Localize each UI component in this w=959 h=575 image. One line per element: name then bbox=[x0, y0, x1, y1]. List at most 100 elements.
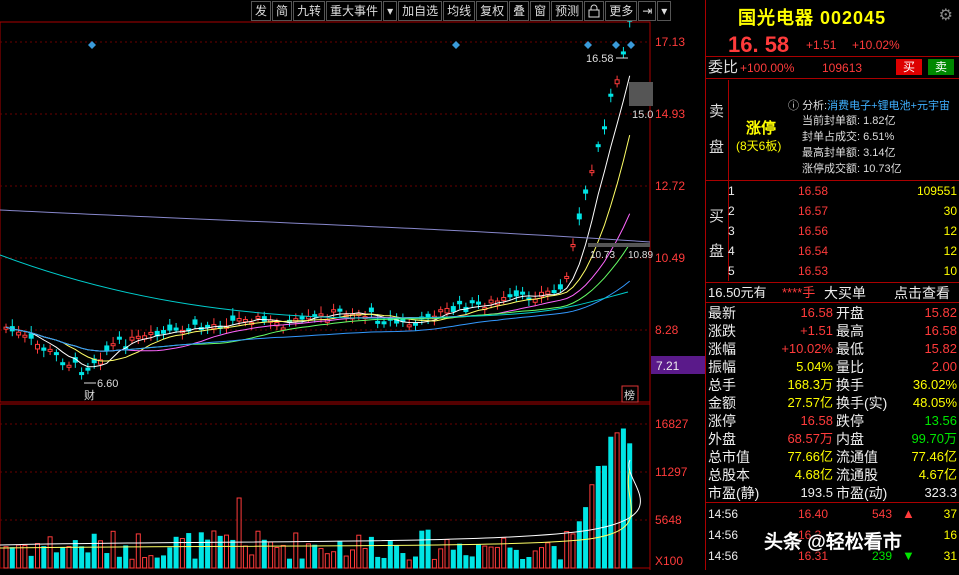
volume-bar bbox=[551, 546, 557, 569]
volume-bar bbox=[368, 536, 374, 569]
stats-row: 外盘 68.57万 内盘 99.70万 bbox=[706, 430, 959, 448]
sell-button[interactable]: 卖 bbox=[928, 59, 954, 75]
jiuzhuan-button[interactable]: 九转 bbox=[293, 1, 326, 21]
candle bbox=[66, 364, 72, 368]
events-dropdown-icon[interactable]: ▾ bbox=[383, 1, 398, 21]
overlay-button[interactable]: 叠 bbox=[509, 1, 530, 21]
volume-bar bbox=[3, 546, 9, 569]
ma-line bbox=[5, 280, 631, 352]
volume-bar bbox=[457, 543, 463, 569]
event-diamond[interactable] bbox=[627, 41, 635, 49]
analysis-line[interactable]: ⓘ 分析:消费电子+锂电池+元宇宙 bbox=[788, 97, 959, 113]
volume-bar bbox=[255, 530, 261, 569]
stat-value: 68.57万 bbox=[787, 431, 833, 446]
event-diamond[interactable] bbox=[612, 41, 620, 49]
level-price: 16.57 bbox=[798, 204, 829, 218]
event-diamond[interactable] bbox=[452, 41, 460, 49]
big-buy-label: 大买单 bbox=[824, 285, 866, 301]
candle bbox=[602, 126, 607, 130]
stat-value: +1.51 bbox=[800, 323, 833, 338]
volume-bar bbox=[287, 558, 292, 569]
stat-value: 15.82 bbox=[924, 341, 957, 356]
volume-bar bbox=[211, 530, 217, 569]
volume-bar bbox=[507, 547, 513, 569]
stat-label: 总股本 bbox=[708, 467, 750, 483]
level-number: 1 bbox=[728, 184, 735, 198]
candle bbox=[438, 309, 444, 313]
orderbook-row[interactable]: 5 16.53 10 bbox=[706, 262, 959, 281]
level-price: 16.56 bbox=[798, 224, 829, 238]
fa-button[interactable]: 发 bbox=[251, 1, 272, 21]
stats-row: 市盈(静) 193.5 市盈(动) 323.3 bbox=[706, 484, 959, 502]
volume-bar bbox=[400, 553, 406, 569]
window-button[interactable]: 窗 bbox=[530, 1, 551, 21]
candle bbox=[230, 315, 236, 321]
volume-bar bbox=[620, 428, 626, 569]
candle bbox=[337, 308, 343, 312]
buy-button[interactable]: 买 bbox=[896, 59, 922, 75]
cai-marker[interactable]: 财 bbox=[84, 388, 95, 402]
stats-row: 涨停 16.58 跌停 13.56 bbox=[706, 412, 959, 430]
stats-row: 涨跌 +1.51 最高 16.58 bbox=[706, 322, 959, 340]
big-order-row[interactable]: 16.50元有 ****手 大买单 点击查看 bbox=[706, 284, 959, 302]
volume-tick: 5648 bbox=[655, 513, 682, 527]
candle bbox=[589, 170, 595, 174]
gear-icon[interactable]: ⚙ bbox=[939, 5, 953, 25]
volume-bar bbox=[173, 536, 179, 569]
ma-line bbox=[5, 134, 631, 362]
kline-chart-area[interactable]: 16.58 15.0 6.60 10.73 10.89 财 榜 17.13 14… bbox=[0, 0, 705, 570]
watermark: 头条 @轻松看市 bbox=[764, 532, 902, 553]
price-change: +1.51 bbox=[806, 38, 837, 52]
volume-axis: 16827 11297 5648 bbox=[655, 417, 689, 527]
orderbook-row[interactable]: 2 16.57 30 bbox=[706, 202, 959, 221]
down-arrow-icon: ▼ bbox=[902, 548, 915, 563]
major-events-button[interactable]: 重大事件 bbox=[326, 1, 383, 21]
volume-bar bbox=[161, 555, 166, 569]
peak-box bbox=[629, 82, 653, 106]
stat-label: 换手 bbox=[836, 377, 864, 393]
orderbook-row[interactable]: 1 16.58 109551 bbox=[706, 182, 959, 201]
volume-bar bbox=[331, 551, 337, 569]
menu-dropdown-icon[interactable]: ▾ bbox=[657, 1, 672, 21]
more-button[interactable]: 更多 bbox=[605, 1, 638, 21]
bang-marker[interactable]: 榜 bbox=[624, 388, 635, 402]
ma-highlight bbox=[588, 243, 650, 247]
candle bbox=[444, 307, 450, 314]
jian-button[interactable]: 简 bbox=[272, 1, 293, 21]
volume-bar bbox=[22, 544, 28, 569]
ma-label: 10.73 bbox=[590, 250, 615, 261]
current-price-tag: 7.21 bbox=[656, 359, 680, 373]
volume-bar bbox=[110, 530, 116, 569]
stat-value: 5.04% bbox=[796, 359, 833, 374]
view-link[interactable]: 点击查看 bbox=[894, 284, 950, 302]
volume-bar bbox=[356, 534, 362, 569]
volume-bar bbox=[539, 547, 544, 569]
adjust-button[interactable]: 复权 bbox=[476, 1, 509, 21]
stat-label: 最低 bbox=[836, 341, 864, 357]
orderbook-row[interactable]: 4 16.54 12 bbox=[706, 242, 959, 261]
candle bbox=[173, 327, 179, 331]
candle bbox=[28, 333, 34, 339]
volume-bar bbox=[381, 557, 387, 569]
stat-label: 跌停 bbox=[836, 413, 864, 429]
analysis-concepts[interactable]: 消费电子+锂电池+元宇宙 bbox=[827, 100, 950, 112]
orderbook-row[interactable]: 3 16.56 12 bbox=[706, 222, 959, 241]
analysis-label: 分析: bbox=[802, 100, 828, 112]
candle bbox=[167, 324, 173, 331]
volume-bar bbox=[501, 537, 507, 569]
ma-button[interactable]: 均线 bbox=[443, 1, 476, 21]
lock-icon[interactable] bbox=[584, 1, 605, 21]
event-diamond[interactable] bbox=[88, 41, 96, 49]
collapse-icon[interactable]: ⇥ bbox=[638, 1, 657, 21]
volume-bar bbox=[53, 552, 59, 569]
stats-row: 最新 16.58 开盘 15.82 bbox=[706, 304, 959, 322]
forecast-button[interactable]: 预测 bbox=[551, 1, 584, 21]
kline-chart-svg[interactable]: 16.58 15.0 6.60 10.73 10.89 财 榜 17.13 14… bbox=[0, 0, 705, 570]
volume-bar bbox=[98, 540, 103, 569]
candle bbox=[507, 294, 513, 298]
candle bbox=[608, 93, 614, 97]
help-icon[interactable]: ⓘ bbox=[788, 100, 799, 112]
candle bbox=[116, 336, 122, 340]
add-watchlist-button[interactable]: 加自选 bbox=[398, 1, 443, 21]
chart-toolbar: 发 简 九转 重大事件 ▾ 加自选 均线 复权 叠 窗 预测 更多 ⇥ ▾ bbox=[251, 1, 672, 21]
